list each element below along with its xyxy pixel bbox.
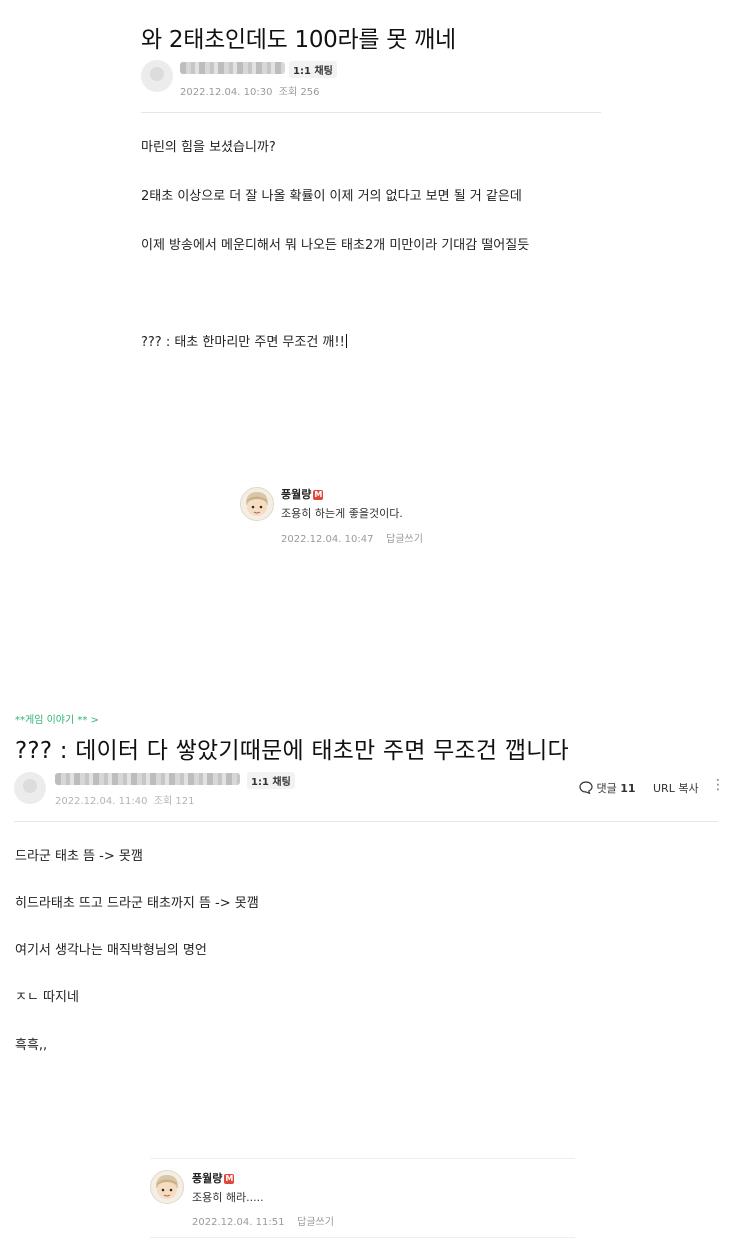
post-meta: 2022.12.04. 11:40 조회 121	[55, 792, 194, 807]
post-title: ??? : 데이터 다 쌓았기때문에 태초만 주면 무조건 깹니다	[15, 738, 569, 764]
commenter-avatar[interactable]	[150, 1170, 184, 1204]
author-avatar[interactable]	[14, 772, 46, 804]
nickname-text: 풍월량	[192, 1172, 223, 1185]
post-line: 이제 방송에서 메운디해서 뭐 나오든 태초2개 미만이라 기대감 떨어질듯	[141, 238, 530, 253]
comment-meta: 2022.12.04. 11:51 답글쓰기	[192, 1213, 334, 1228]
header-divider	[141, 112, 601, 113]
header-divider	[14, 821, 718, 822]
author-name-blurred[interactable]	[55, 773, 240, 785]
cafe-board-link[interactable]: **게임 이야기 ** >	[15, 711, 99, 726]
reply-button[interactable]: 답글쓰기	[297, 1217, 334, 1228]
comment-divider	[150, 1158, 575, 1159]
author-avatar[interactable]	[141, 60, 173, 92]
post-date: 2022.12.04. 10:30	[180, 87, 273, 98]
post-views: 조회 256	[278, 87, 320, 98]
reply-button[interactable]: 답글쓰기	[386, 534, 423, 545]
post-line: 2태초 이상으로 더 잘 나올 확률이 이제 거의 없다고 보면 될 거 같은데	[141, 189, 522, 204]
post-line: 여기서 생각나는 매직박형님의 명언	[15, 943, 207, 958]
post-line: ??? : 태초 한마리만 주면 무조건 깨!!	[141, 331, 347, 350]
more-options-icon[interactable]: ⋮	[711, 777, 725, 793]
chat-button[interactable]: 1:1 채팅	[289, 61, 337, 78]
comment-divider	[150, 1237, 575, 1238]
url-copy-button[interactable]: URL 복사	[653, 780, 699, 796]
commenter-avatar[interactable]	[240, 487, 274, 521]
comments-count: 11	[620, 782, 636, 795]
comment-text: 조용히 하는게 좋을것이다.	[281, 507, 403, 520]
commenter-nickname[interactable]: 풍월량 M	[192, 1170, 235, 1186]
post-meta: 2022.12.04. 10:30 조회 256	[180, 83, 319, 98]
post-line: 히드라태초 뜨고 드라군 태초까지 뜸 -> 못깸	[15, 896, 259, 911]
comment-text: 조용히 해라.....	[192, 1191, 264, 1204]
post-line: 흑흑,,	[15, 1038, 48, 1053]
comments-label: 댓글	[596, 782, 617, 795]
manager-badge-icon: M	[313, 490, 324, 500]
post-line: 마린의 힘을 보셨습니까?	[141, 140, 276, 155]
manager-badge-icon: M	[224, 1174, 235, 1184]
comment-date: 2022.12.04. 11:51	[192, 1217, 285, 1228]
post-line: 드라군 태초 뜸 -> 못깸	[15, 849, 143, 864]
post-line: ㅈㄴ 따지네	[15, 990, 79, 1005]
post-date: 2022.12.04. 11:40	[55, 796, 148, 807]
comment-meta: 2022.12.04. 10:47 답글쓰기	[281, 530, 423, 545]
commenter-nickname[interactable]: 풍월량 M	[281, 486, 324, 502]
comment-bubble-icon	[579, 781, 597, 795]
comment-count-button[interactable]: 댓글 11	[579, 780, 636, 796]
post-line-text: ??? : 태초 한마리만 주면 무조건 깨!!	[141, 335, 345, 350]
nickname-text: 풍월량	[281, 488, 312, 501]
author-name-blurred[interactable]	[180, 62, 285, 74]
text-cursor	[345, 334, 347, 348]
chat-button[interactable]: 1:1 채팅	[247, 772, 295, 789]
comment-date: 2022.12.04. 10:47	[281, 534, 374, 545]
post-title: 와 2태초인데도 100라를 못 깨네	[141, 27, 456, 53]
post-views: 조회 121	[153, 796, 195, 807]
